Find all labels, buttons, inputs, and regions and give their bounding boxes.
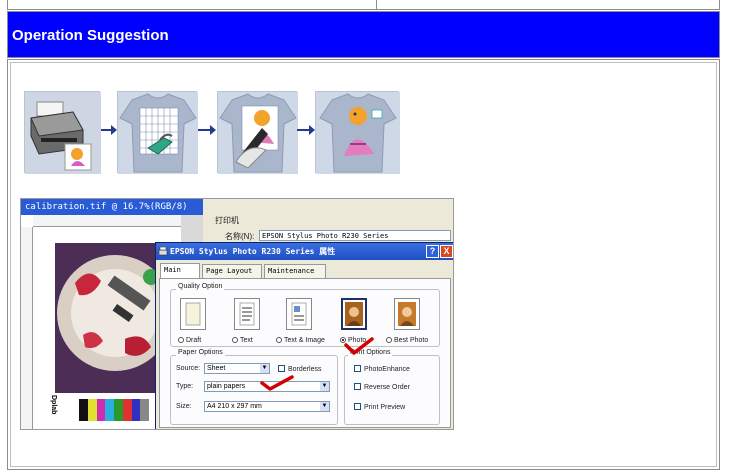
printer-name-select[interactable]: EPSON Stylus Photo R230 Series: [259, 230, 451, 241]
draft-quality-icon[interactable]: [180, 298, 206, 330]
tshirt-iron-icon: [118, 92, 198, 174]
source-label: Source:: [176, 365, 201, 372]
chevron-down-icon: ▼: [260, 364, 269, 373]
quality-best-photo-radio[interactable]: Best Photo: [386, 337, 428, 344]
quality-text-radio[interactable]: Text: [232, 337, 253, 344]
section-banner: Operation Suggestion: [7, 11, 720, 58]
borderless-checkbox[interactable]: Borderless: [278, 365, 321, 373]
arrow-icon: [297, 125, 315, 135]
print-preview-checkbox[interactable]: Print Preview: [354, 403, 405, 411]
check-mark-icon: [260, 375, 294, 391]
quality-draft-radio[interactable]: Draft: [178, 337, 201, 344]
step-image-peel: [217, 91, 298, 174]
close-button[interactable]: X: [440, 245, 453, 258]
tshirt-peel-icon: [218, 92, 298, 174]
reverse-order-checkbox[interactable]: Reverse Order: [354, 383, 410, 391]
dialog-title-bar: EPSON Stylus Photo R230 Series 属性: [156, 243, 453, 260]
printer-name-label: 名称(N):: [225, 232, 255, 241]
chevron-down-icon: ▼: [320, 382, 329, 391]
tab-page-layout[interactable]: Page Layout: [202, 264, 262, 278]
type-label: Type:: [176, 383, 194, 390]
text-quality-icon[interactable]: [234, 298, 260, 330]
arrow-icon: [198, 125, 216, 135]
top-table-row: [7, 0, 720, 10]
ruler-horizontal: [33, 215, 181, 227]
quality-option-label: Quality Option: [176, 283, 225, 290]
photo-quality-icon[interactable]: [341, 298, 367, 330]
printer-settings-screenshot: calibration.tif @ 16.7%(RGB/8) Dplab 打印机…: [20, 198, 454, 430]
photoenhance-checkbox[interactable]: PhotoEnhance: [354, 365, 410, 373]
step-image-iron: [117, 91, 198, 174]
size-label: Size:: [176, 403, 192, 410]
tab-main[interactable]: Main: [160, 263, 200, 279]
arrow-icon: [101, 125, 117, 135]
printer-properties-dialog: EPSON Stylus Photo R230 Series 属性 ? X Ma…: [155, 242, 453, 429]
print-window-title: 打印机: [215, 216, 239, 225]
help-button[interactable]: ?: [426, 245, 439, 258]
printer-icon: [25, 92, 101, 174]
quality-text-image-radio[interactable]: Text & Image: [276, 337, 325, 344]
tab-maintenance[interactable]: Maintenance: [264, 264, 326, 278]
calibration-color-strip: [79, 399, 149, 421]
chevron-down-icon: ▼: [320, 402, 329, 411]
step-image-printer: [24, 91, 101, 174]
paper-size-select[interactable]: A4 210 x 297 mm ▼: [204, 401, 330, 412]
section-title: Operation Suggestion: [12, 27, 169, 44]
paper-options-label: Paper Options: [176, 349, 225, 356]
printer-small-icon: [158, 247, 168, 256]
step-image-result: [315, 91, 400, 174]
calibration-label: Dplab: [50, 395, 57, 415]
best-photo-quality-icon[interactable]: [394, 298, 420, 330]
ruler-vertical: [21, 227, 33, 429]
source-select[interactable]: Sheet ▼: [204, 363, 270, 374]
check-mark-icon: [344, 337, 374, 355]
tshirt-print-icon: [316, 92, 400, 174]
text-image-quality-icon[interactable]: [286, 298, 312, 330]
